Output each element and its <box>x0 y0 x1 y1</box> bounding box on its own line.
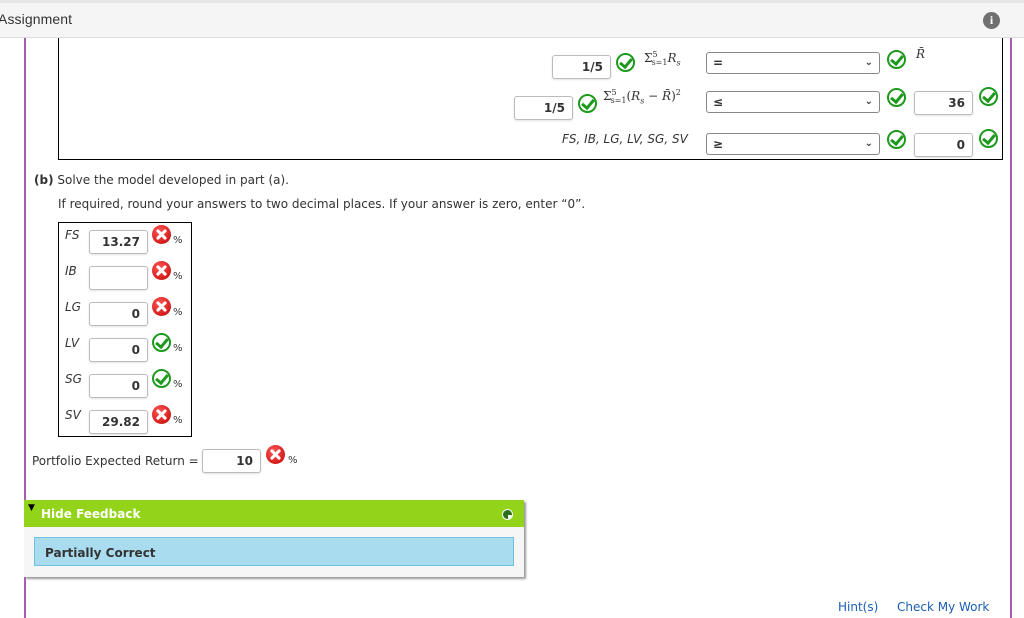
percent-unit: % <box>288 455 298 466</box>
var-label-ib: IB <box>65 264 77 278</box>
percent-unit: % <box>173 307 183 318</box>
x-incorrect-icon <box>152 261 171 280</box>
portfolio-return-input[interactable]: 10 <box>202 449 261 473</box>
check-correct-icon <box>979 129 998 148</box>
hide-feedback-label: Hide Feedback <box>41 507 141 521</box>
row2-coefficient-input[interactable]: 1/5 <box>514 96 573 120</box>
percent-unit: % <box>173 271 183 282</box>
percent-unit: % <box>173 379 183 390</box>
row3-operator-value: ≥ <box>713 137 724 151</box>
lg-input[interactable]: 0 <box>89 302 148 326</box>
r-bar-label: R̄ <box>916 47 926 61</box>
nonnegativity-variables-label: FS, IB, LG, LV, SG, SV <box>562 132 688 146</box>
percent-unit: % <box>173 235 183 246</box>
x-incorrect-icon <box>152 225 171 244</box>
sum-squared-deviation-expression: Σ5s=1(Rs − R̄)2 <box>603 88 681 106</box>
collapse-icon[interactable] <box>502 509 513 520</box>
check-correct-icon <box>578 94 597 113</box>
row2-operator-select[interactable]: ≤ ⌄ <box>706 91 880 113</box>
feedback-panel: ▼ Hide Feedback Partially Correct <box>24 500 524 577</box>
assignment-title: Assignment <box>0 11 73 27</box>
row2-operator-value: ≤ <box>713 95 724 109</box>
var-label-lv: LV <box>65 336 80 350</box>
hide-feedback-toggle[interactable]: ▼ Hide Feedback <box>24 500 524 527</box>
var-label-lg: LG <box>65 300 81 314</box>
triangle-down-icon: ▼ <box>28 503 35 513</box>
x-incorrect-icon <box>152 297 171 316</box>
chevron-down-icon: ⌄ <box>864 57 873 68</box>
fs-input[interactable]: 13.27 <box>89 230 148 254</box>
row1-coefficient-input[interactable]: 1/5 <box>552 55 611 79</box>
ib-input[interactable] <box>89 266 148 290</box>
sum-rs-expression: Σ5s=1Rs <box>644 50 681 68</box>
sv-input[interactable]: 29.82 <box>89 410 148 434</box>
percent-unit: % <box>173 343 183 354</box>
check-correct-icon <box>887 130 906 149</box>
variables-answer-box: FS 13.27 % IB % LG 0 % LV 0 % SG 0 % SV … <box>58 222 192 437</box>
sg-input[interactable]: 0 <box>89 374 148 398</box>
feedback-result-box: Partially Correct <box>34 537 514 566</box>
row1-operator-select[interactable]: = ⌄ <box>706 52 880 74</box>
right-accent-border <box>1010 38 1012 618</box>
chevron-down-icon: ⌄ <box>864 138 873 149</box>
part-b-text: Solve the model developed in part (a). <box>57 173 289 187</box>
portfolio-return-label: Portfolio Expected Return = <box>32 454 199 468</box>
top-bar: Assignment i <box>0 0 1024 38</box>
percent-unit: % <box>173 415 183 426</box>
part-b-heading: (b) Solve the model developed in part (a… <box>34 173 289 187</box>
check-correct-icon <box>616 53 635 72</box>
check-correct-icon <box>887 88 906 107</box>
check-correct-icon <box>887 50 906 69</box>
info-icon[interactable]: i <box>983 12 1000 29</box>
lv-input[interactable]: 0 <box>89 338 148 362</box>
feedback-result-text: Partially Correct <box>45 546 156 560</box>
hints-link[interactable]: Hint(s) <box>838 600 878 614</box>
row3-operator-select[interactable]: ≥ ⌄ <box>706 133 880 155</box>
chevron-down-icon: ⌄ <box>864 96 873 107</box>
check-correct-icon <box>979 87 998 106</box>
row1-operator-value: = <box>713 56 724 70</box>
check-my-work-link[interactable]: Check My Work <box>897 600 989 614</box>
var-label-sv: SV <box>65 408 81 422</box>
x-incorrect-icon <box>266 445 285 464</box>
var-label-sg: SG <box>65 372 82 386</box>
check-correct-icon <box>152 333 171 352</box>
check-correct-icon <box>152 369 171 388</box>
var-label-fs: FS <box>65 228 80 242</box>
x-incorrect-icon <box>152 405 171 424</box>
row2-rhs-input[interactable]: 36 <box>914 91 973 115</box>
part-b-label: (b) <box>34 173 54 187</box>
rounding-instructions: If required, round your answers to two d… <box>58 197 586 211</box>
row3-rhs-input[interactable]: 0 <box>914 133 973 157</box>
